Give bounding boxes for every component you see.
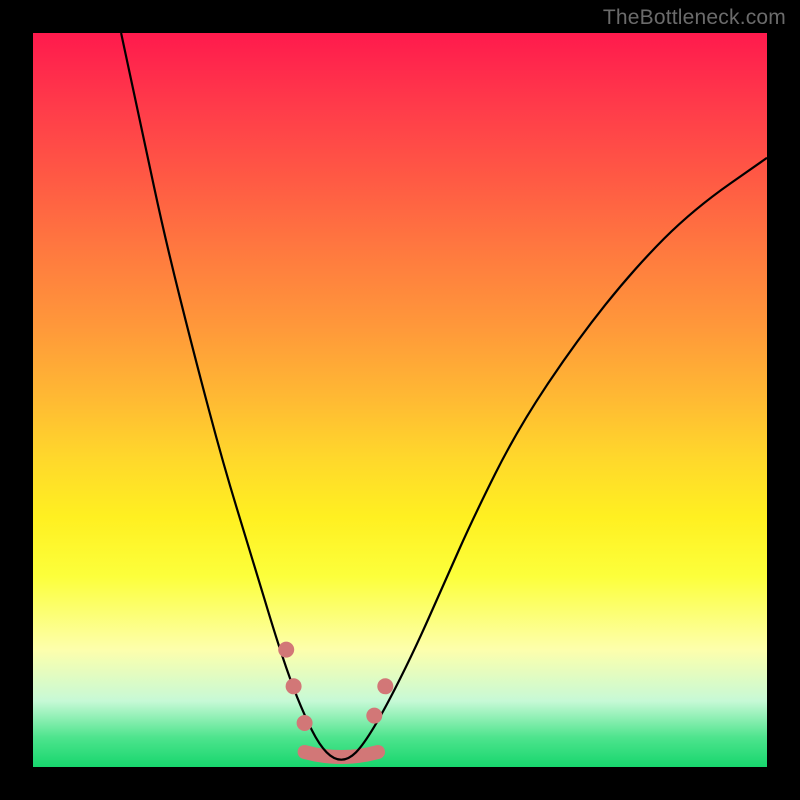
marker-dot [286,678,302,694]
curve-overlay [33,33,767,767]
chart-container: TheBottleneck.com [0,0,800,800]
marker-group [278,642,393,731]
marker-dot [366,708,382,724]
plot-area [33,33,767,767]
marker-dot [297,715,313,731]
bottleneck-curve [121,33,767,760]
trough-band [305,752,378,757]
watermark-text: TheBottleneck.com [603,6,786,30]
marker-dot [278,642,294,658]
marker-dot [377,678,393,694]
